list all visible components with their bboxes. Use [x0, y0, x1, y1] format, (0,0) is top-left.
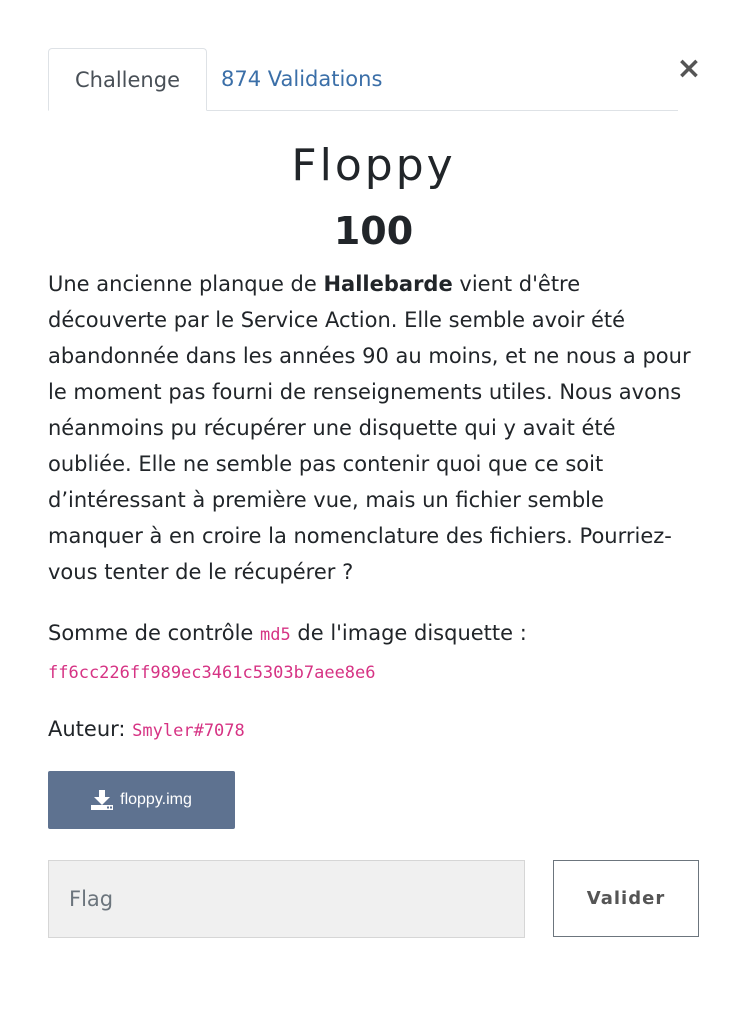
description-suffix: vient d'être découverte par le Service A…	[48, 272, 691, 584]
checksum-line: Somme de contrôle md5 de l'image disquet…	[48, 615, 703, 691]
submit-button[interactable]: Valider	[553, 860, 699, 937]
download-button[interactable]: floppy.img	[48, 771, 235, 829]
checksum-prefix: Somme de contrôle	[48, 621, 260, 645]
description-prefix: Une ancienne planque de	[48, 272, 324, 296]
challenge-title: Floppy	[291, 140, 456, 191]
flag-input[interactable]	[48, 860, 525, 938]
checksum-suffix: de l'image disquette :	[290, 621, 527, 645]
tab-validations[interactable]: 874 Validations	[221, 48, 411, 111]
close-icon[interactable]: ×	[676, 54, 702, 84]
checksum-algo: md5	[260, 625, 291, 645]
download-icon	[91, 790, 114, 810]
tab-challenge[interactable]: Challenge	[48, 48, 207, 111]
challenge-modal: × Challenge 874 Validations Floppy 100 U…	[0, 0, 747, 1009]
download-label: floppy.img	[120, 791, 192, 808]
author-line: Auteur: Smyler#7078	[48, 711, 703, 749]
challenge-description: Une ancienne planque de Hallebarde vient…	[48, 266, 703, 590]
description-bold: Hallebarde	[323, 272, 453, 296]
challenge-points: 100	[333, 209, 414, 253]
author-label: Auteur:	[48, 717, 126, 741]
author-name: Smyler#7078	[132, 721, 245, 741]
checksum-hash: ff6cc226ff989ec3461c5303b7aee8e6	[48, 663, 376, 683]
tab-bar: Challenge 874 Validations	[48, 48, 678, 111]
